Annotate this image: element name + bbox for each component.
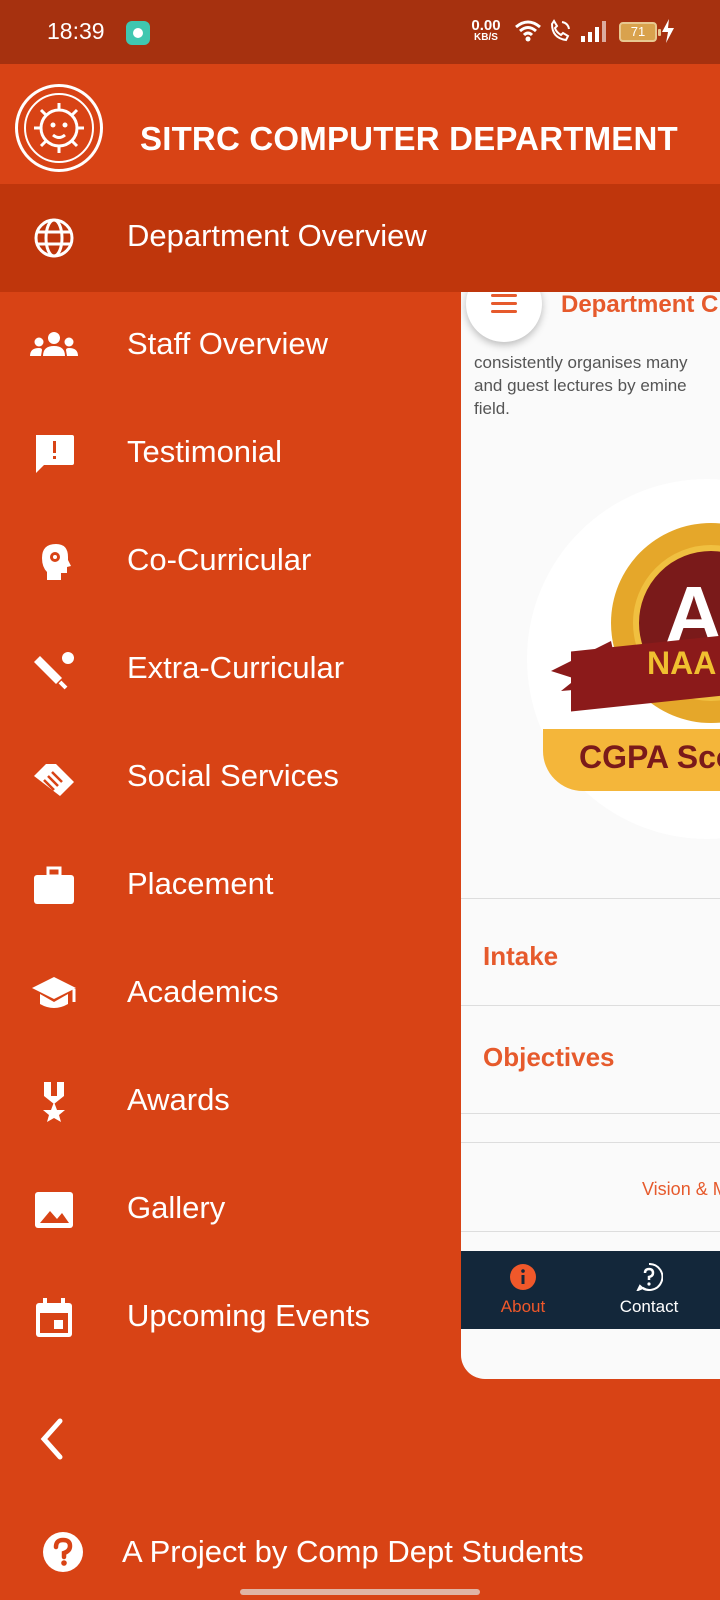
network-speed-value: 0.00 (471, 17, 501, 34)
nav-awards[interactable]: Awards (0, 1048, 720, 1156)
home-indicator[interactable] (240, 1589, 480, 1595)
wifi-call-icon (550, 19, 570, 42)
calendar-icon (36, 1298, 72, 1337)
head-gear-icon (42, 544, 71, 580)
nav-department-overview[interactable]: Department Overview (0, 184, 720, 292)
drawer-title: SITRC COMPUTER DEPARTMENT (140, 120, 678, 157)
battery-icon: 71 (619, 22, 661, 42)
back-chevron-icon[interactable] (30, 1415, 78, 1463)
briefcase-icon (34, 866, 74, 904)
nav-staff-overview[interactable]: Staff Overview (0, 292, 720, 400)
nav-label: Testimonial (127, 434, 283, 469)
nav-co-curricular[interactable]: Co-Curricular (0, 508, 720, 616)
nav-label: Academics (127, 974, 279, 1009)
logo-ring (24, 93, 94, 163)
people-icon (30, 332, 78, 356)
nav-label: Placement (127, 866, 274, 901)
medal-icon (43, 1082, 65, 1122)
nav-upcoming-events[interactable]: Upcoming Events (0, 1264, 720, 1372)
help-icon (43, 1532, 83, 1572)
nav-label: Co-Curricular (127, 542, 312, 577)
network-speed-unit: KB/S (474, 32, 498, 43)
nav-academics[interactable]: Academics (0, 940, 720, 1048)
handshake-icon (34, 764, 74, 796)
nav-label: Gallery (127, 1190, 226, 1225)
nav-label: Upcoming Events (127, 1298, 370, 1333)
nav-label: Awards (127, 1082, 230, 1117)
globe-icon (34, 218, 74, 258)
wifi-icon (515, 20, 541, 42)
cricket-icon (34, 652, 74, 690)
status-bar: 18:39 0.00 KB/S 71 (0, 0, 720, 64)
nav-label: Department Overview (127, 218, 427, 253)
nav-gallery[interactable]: Gallery (0, 1156, 720, 1264)
status-time: 18:39 (47, 18, 105, 44)
image-icon (35, 1192, 73, 1228)
college-logo-icon (15, 84, 103, 172)
nav-label: Staff Overview (127, 326, 329, 361)
graduation-cap-icon (32, 977, 76, 1008)
nav-testimonial[interactable]: Testimonial (0, 400, 720, 508)
app-notification-icon (126, 21, 150, 45)
feedback-icon (36, 435, 74, 473)
charging-icon (662, 19, 674, 43)
footer-credit: A Project by Comp Dept Students (122, 1534, 584, 1569)
signal-icon (581, 21, 606, 42)
nav-label: Extra-Curricular (127, 650, 345, 685)
drawer-header: SITRC COMPUTER DEPARTMENT (0, 64, 720, 184)
nav-placement[interactable]: Placement (0, 832, 720, 940)
nav-extra-curricular[interactable]: Extra-Curricular (0, 616, 720, 724)
lion-emblem-icon (34, 103, 84, 153)
nav-label: Social Services (127, 758, 339, 793)
nav-social-services[interactable]: Social Services (0, 724, 720, 832)
network-speed: 0.00 KB/S (468, 18, 504, 43)
